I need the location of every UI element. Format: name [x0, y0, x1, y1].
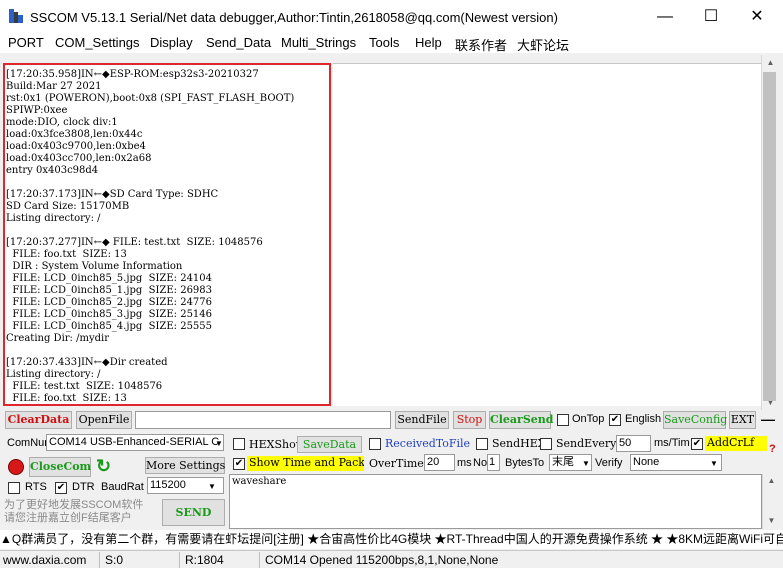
- scroll-down-icon[interactable]: ▼: [763, 516, 780, 525]
- dtr-checkbox[interactable]: ✔: [55, 482, 67, 494]
- baud-rate-value: 115200: [150, 479, 186, 491]
- status-website[interactable]: www.daxia.com: [0, 552, 100, 568]
- ext-button[interactable]: EXT: [729, 411, 756, 429]
- hex-show-checkbox[interactable]: [233, 438, 245, 450]
- minimize-button[interactable]: —: [642, 0, 688, 33]
- menu-display[interactable]: Display: [150, 35, 193, 50]
- scrollbar-thumb[interactable]: [763, 72, 776, 401]
- send-text-value: waveshare: [232, 476, 287, 487]
- close-com-button[interactable]: CloseCom: [29, 457, 91, 477]
- close-button[interactable]: ✕: [734, 0, 780, 33]
- status-port-state: COM14 Opened 115200bps,8,1,None,None: [265, 553, 499, 567]
- menu-multi-strings[interactable]: Multi_Strings: [281, 35, 356, 50]
- receive-log[interactable]: [17:20:35.958]IN←◆ESP-ROM:esp32s3-202103…: [3, 63, 331, 406]
- send-text-area[interactable]: waveshare: [229, 474, 762, 529]
- verify-label: Verify: [595, 457, 623, 469]
- clear-send-button[interactable]: ClearSend: [489, 411, 554, 429]
- send-file-button[interactable]: SendFile: [395, 411, 449, 429]
- com-port-select[interactable]: COM14 USB-Enhanced-SERIAL C: [46, 434, 224, 451]
- overtime-label: OverTime:: [369, 457, 428, 470]
- overtime-input[interactable]: 20: [424, 454, 455, 471]
- receive-area-blank: [333, 63, 761, 406]
- received-to-file-checkbox[interactable]: [369, 438, 381, 450]
- refresh-icon[interactable]: ↻: [96, 456, 111, 477]
- ontop-label: OnTop: [572, 413, 605, 425]
- open-file-button[interactable]: OpenFile: [76, 411, 132, 429]
- status-sent-count: S:0: [102, 552, 180, 568]
- menu-send-data[interactable]: Send_Data: [206, 35, 271, 50]
- send-every-checkbox[interactable]: [540, 438, 552, 450]
- dtr-label: DTR: [72, 481, 95, 493]
- verify-select[interactable]: None: [630, 454, 722, 471]
- window-title: SSCOM V5.13.1 Serial/Net data debugger,A…: [30, 10, 558, 25]
- send-button[interactable]: SEND: [162, 499, 225, 526]
- more-settings-button[interactable]: More Settings: [145, 457, 225, 474]
- menu-contact-author[interactable]: 联系作者: [455, 35, 507, 54]
- menu-forum[interactable]: 大虾论坛: [517, 35, 569, 54]
- ms-label: ms: [457, 457, 472, 469]
- menu-bar: PORT COM_Settings Display Send_Data Mult…: [0, 33, 783, 53]
- help-icon[interactable]: ?: [769, 443, 776, 455]
- bytes-to-value: 末尾: [552, 456, 574, 468]
- chevron-down-icon[interactable]: ▼: [582, 459, 590, 468]
- promo-text: 为了更好地发展SSCOM软件 请您注册嘉立创F结尾客户: [4, 499, 144, 524]
- chevron-down-icon[interactable]: ▼: [710, 459, 718, 468]
- baud-rate-label: BaudRat: [101, 481, 144, 493]
- scroll-up-icon[interactable]: ▲: [763, 476, 780, 485]
- status-bar: www.daxia.com S:0 R:1804 COM14 Opened 11…: [0, 550, 783, 568]
- ms-tim-label: ms/Tim: [654, 437, 690, 449]
- chevron-down-icon[interactable]: ▼: [208, 482, 216, 491]
- menu-com-settings[interactable]: COM_Settings: [55, 35, 140, 50]
- verify-value: None: [633, 456, 660, 468]
- add-crlf-checkbox[interactable]: ✔: [691, 438, 703, 450]
- rts-checkbox[interactable]: [8, 482, 20, 494]
- save-config-button[interactable]: SaveConfig: [663, 411, 727, 429]
- scroll-up-icon[interactable]: ▲: [762, 58, 779, 67]
- receive-log-text: [17:20:35.958]IN←◆ESP-ROM:esp32s3-202103…: [6, 69, 295, 404]
- send-hex-label: SendHEX: [492, 437, 546, 450]
- file-path-input[interactable]: [135, 411, 391, 429]
- add-crlf-label: AddCrLf: [705, 436, 767, 451]
- rts-label: RTS: [25, 481, 47, 493]
- port-status-icon: [8, 459, 24, 475]
- send-every-label: SendEvery:: [556, 437, 621, 450]
- menu-help[interactable]: Help: [415, 35, 442, 50]
- received-to-file-label: ReceivedToFile: [385, 437, 471, 450]
- title-bar: SSCOM V5.13.1 Serial/Net data debugger,A…: [0, 0, 783, 33]
- show-time-checkbox[interactable]: ✔: [233, 458, 245, 470]
- ontop-checkbox[interactable]: [557, 414, 569, 426]
- menu-tools[interactable]: Tools: [369, 35, 399, 50]
- news-ticker[interactable]: ▲Q群满员了，没有第二个群，有需要请在虾坛提问[注册] ★合宙高性价比4G模块 …: [0, 530, 783, 549]
- stop-button[interactable]: Stop: [453, 411, 486, 429]
- clear-data-button[interactable]: ClearData: [5, 411, 72, 429]
- collapse-button[interactable]: —: [761, 411, 775, 427]
- app-icon: [9, 9, 23, 23]
- com-port-value: COM14 USB-Enhanced-SERIAL C: [49, 436, 220, 448]
- send-every-input[interactable]: 50: [616, 435, 651, 452]
- chevron-down-icon[interactable]: ▼: [215, 439, 223, 448]
- show-time-label: Show Time and Packe: [247, 456, 364, 471]
- english-label: English: [625, 413, 662, 425]
- bytes-to-label: BytesTo: [505, 457, 545, 469]
- english-checkbox[interactable]: ✔: [609, 414, 621, 426]
- maximize-button[interactable]: ☐: [688, 0, 734, 33]
- menu-port[interactable]: PORT: [8, 35, 44, 50]
- no-label: No: [473, 457, 488, 469]
- status-received-count: R:1804: [182, 552, 260, 568]
- no-input[interactable]: 1: [487, 454, 500, 471]
- send-hex-checkbox[interactable]: [476, 438, 488, 450]
- save-data-button[interactable]: SaveData: [297, 436, 362, 453]
- send-scrollbar[interactable]: ▲ ▼: [762, 474, 779, 529]
